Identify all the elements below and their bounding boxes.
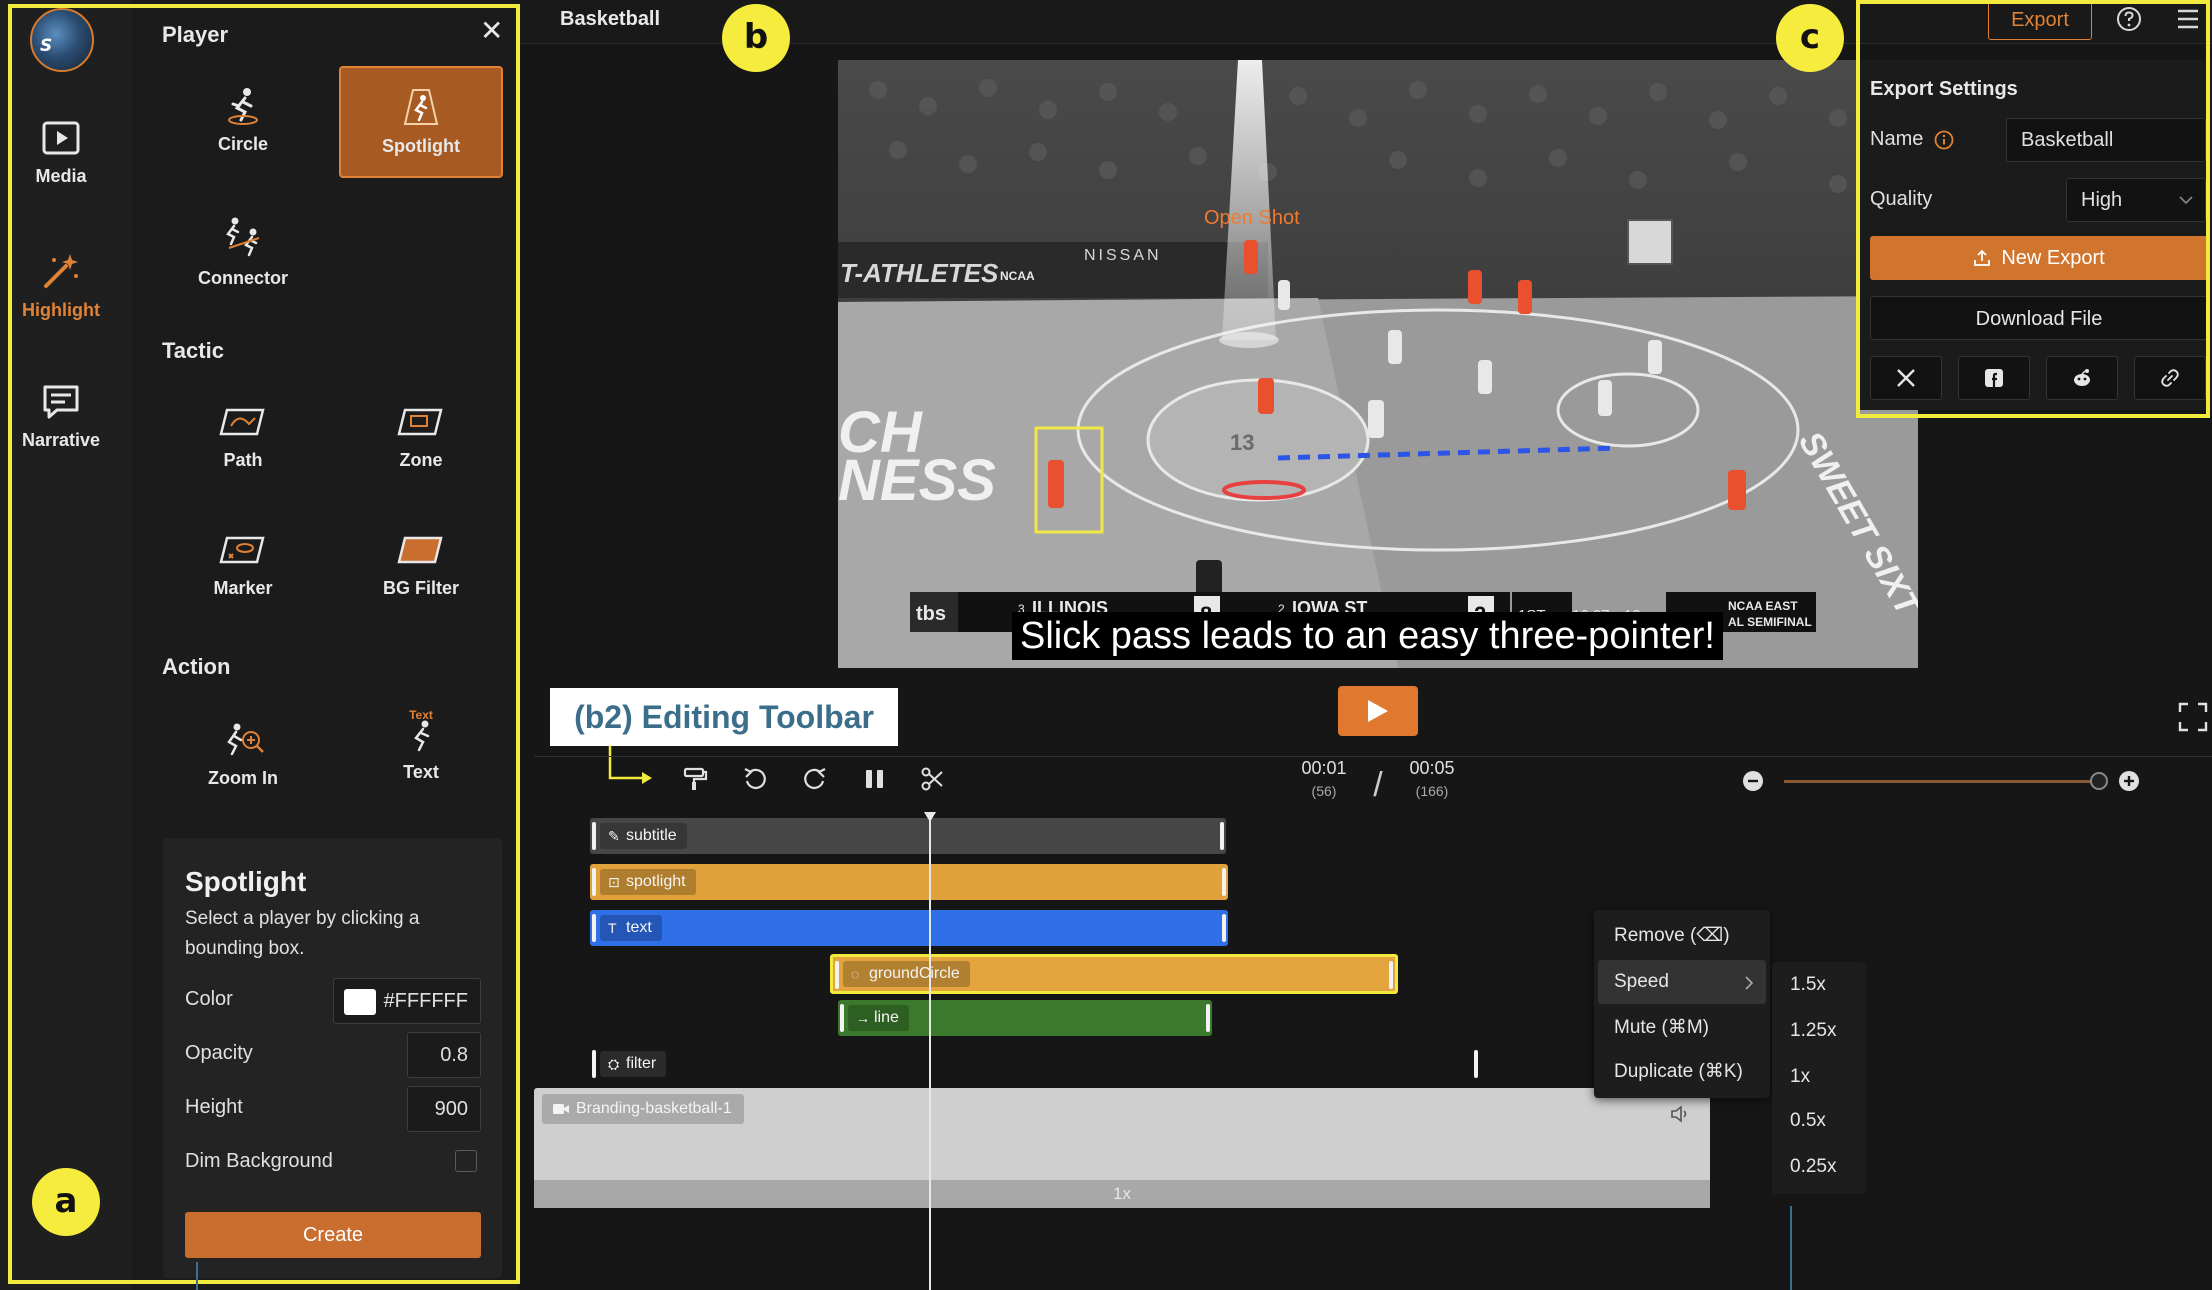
track-ground-circle[interactable]: ◌ groundCircle — [830, 954, 1398, 994]
clip-handle-left[interactable] — [592, 914, 596, 942]
undo-icon[interactable] — [742, 766, 768, 792]
split-icon[interactable] — [862, 766, 888, 792]
clip-handle-left[interactable] — [592, 822, 596, 850]
video-preview[interactable]: T-ATHLETES NCAA NISSAN 13 CH NESS SWEET … — [838, 60, 1918, 668]
editing-toolbar-label: (b2) Editing Toolbar — [550, 688, 898, 746]
video-clip-track[interactable]: Branding-basketball-1 1x — [534, 1088, 1710, 1208]
text-icon: T — [608, 920, 617, 936]
court-center-number: 13 — [1230, 430, 1254, 455]
basketball-court-frame: T-ATHLETES NCAA NISSAN 13 CH NESS SWEET … — [838, 60, 1918, 668]
zoom-slider-track[interactable] — [1784, 780, 2100, 783]
fullscreen-icon[interactable] — [2178, 702, 2208, 732]
banner-athletes-text: T-ATHLETES — [840, 258, 999, 288]
annotation-badge-a: a — [32, 1168, 100, 1236]
court-logo-text: NESS — [838, 448, 996, 513]
clip-label: ⛭ filter — [600, 1051, 667, 1077]
arrow-right-icon: → — [856, 1010, 870, 1026]
clip-handle-right[interactable] — [1220, 822, 1224, 850]
time-separator: / — [1373, 766, 1383, 804]
playhead-line[interactable] — [929, 812, 931, 1290]
clip-label: ✎ subtitle — [600, 823, 687, 849]
clip-handle-right[interactable] — [1474, 1050, 1478, 1078]
menu-item-remove[interactable]: Remove (⌫) — [1594, 914, 1770, 958]
spotlight-icon: ⊡ — [608, 874, 620, 890]
clip-label: ◌ groundCircle — [843, 961, 970, 987]
current-frame: (56) — [1311, 783, 1337, 799]
event-line-2: AL SEMIFINAL — [1728, 615, 1812, 629]
banner-ncaa-text: NCAA — [1000, 269, 1035, 283]
clip-handle-left[interactable] — [592, 868, 596, 896]
video-clip-label: Branding-basketball-1 — [542, 1094, 744, 1124]
track-filter[interactable]: ⛭ filter — [590, 1046, 1480, 1082]
redo-icon[interactable] — [802, 766, 828, 792]
menu-item-speed[interactable]: Speed — [1598, 960, 1766, 1004]
speed-submenu: 1.5x 1.25x 1x 0.5x 0.25x — [1772, 962, 1866, 1194]
speed-option[interactable]: 1x — [1790, 1066, 1810, 1088]
project-title: Basketball — [560, 8, 661, 30]
edit-icon: ✎ — [608, 828, 620, 844]
track-text[interactable]: Ttext — [590, 910, 1228, 946]
toolbar-divider — [534, 756, 2212, 757]
clip-handle-left[interactable] — [840, 1004, 844, 1032]
clip-label: ⊡ spotlight — [600, 869, 696, 895]
annotation-badge-c: c — [1776, 4, 1844, 72]
zoom-out-icon[interactable] — [1742, 770, 1764, 792]
clip-handle-left[interactable] — [835, 961, 839, 989]
chevron-right-icon — [1745, 976, 1754, 990]
clip-handle-right[interactable] — [1222, 914, 1226, 942]
filter-icon: ⛭ — [608, 1056, 620, 1072]
event-line-1: NCAA EAST — [1728, 599, 1798, 613]
menu-item-mute[interactable]: Mute (⌘M) — [1594, 1006, 1770, 1050]
open-shot-annotation: Open Shot — [1204, 207, 1300, 229]
play-button[interactable] — [1338, 686, 1418, 736]
network-logo: tbs — [916, 603, 946, 625]
speed-option[interactable]: 0.25x — [1790, 1156, 1836, 1178]
circle-icon: ◌ — [851, 966, 860, 982]
clip-context-menu: Remove (⌫) Speed Mute (⌘M) Duplicate (⌘K… — [1594, 910, 1770, 1098]
annotation-frame-a — [8, 4, 520, 1284]
track-line[interactable]: → line — [838, 1000, 1212, 1036]
clip-label: → line — [848, 1005, 909, 1031]
menu-item-duplicate[interactable]: Duplicate (⌘K) — [1594, 1050, 1770, 1094]
annotation-frame-c — [1856, 0, 2210, 418]
video-speed-bar: 1x — [534, 1180, 1710, 1208]
total-frames: (166) — [1415, 783, 1449, 799]
track-spotlight[interactable]: ⊡ spotlight — [590, 864, 1228, 900]
video-camera-icon — [553, 1104, 569, 1114]
play-icon — [1368, 700, 1388, 722]
clip-label: Ttext — [600, 915, 662, 941]
clip-handle-left[interactable] — [592, 1050, 596, 1078]
paint-brush-icon[interactable] — [682, 766, 708, 792]
clip-handle-right[interactable] — [1222, 868, 1226, 896]
zoom-slider-handle[interactable] — [2090, 772, 2108, 790]
volume-icon[interactable] — [1670, 1104, 1692, 1124]
annotation-badge-b: b — [722, 4, 790, 72]
arrow-pointer-icon — [608, 746, 652, 784]
panel-scroll-indicator — [196, 1262, 198, 1290]
current-time: 00:01 (56) — [1296, 758, 1352, 799]
clip-handle-right[interactable] — [1389, 961, 1393, 989]
banner-sponsor-text: NISSAN — [1084, 247, 1162, 264]
speed-indicator-line — [1790, 1206, 1792, 1290]
track-subtitle[interactable]: ✎ subtitle — [590, 818, 1226, 854]
clip-handle-right[interactable] — [1206, 1004, 1210, 1032]
total-time: 00:05 (166) — [1404, 758, 1460, 799]
app-window: S Media Highlight Narrative Player ✕ Cir… — [0, 0, 2212, 1290]
speed-option[interactable]: 1.25x — [1790, 1020, 1836, 1042]
video-caption: Slick pass leads to an easy three-pointe… — [1012, 612, 1723, 660]
speed-option[interactable]: 0.5x — [1790, 1110, 1826, 1132]
zoom-in-timeline-icon[interactable] — [2118, 770, 2140, 792]
speed-option[interactable]: 1.5x — [1790, 974, 1826, 996]
scissors-icon[interactable] — [920, 766, 946, 792]
